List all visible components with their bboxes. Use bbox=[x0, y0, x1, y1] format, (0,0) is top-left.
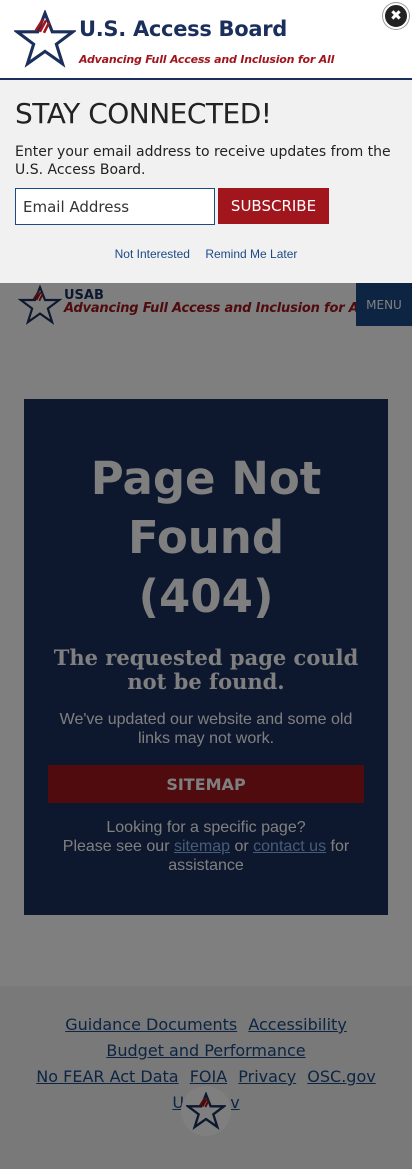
newsletter-popup: U.S. Access Board Advancing Full Access … bbox=[0, 0, 412, 283]
popup-tagline: Advancing Full Access and Inclusion for … bbox=[79, 53, 335, 66]
email-field[interactable] bbox=[15, 188, 215, 225]
popup-brand: U.S. Access Board bbox=[79, 17, 288, 41]
popup-links: Not Interested Remind Me Later bbox=[0, 247, 412, 261]
popup-heading: STAY CONNECTED! bbox=[15, 97, 272, 130]
close-icon[interactable]: ✖ bbox=[383, 3, 409, 29]
not-interested-link[interactable]: Not Interested bbox=[115, 247, 190, 261]
popup-header: U.S. Access Board Advancing Full Access … bbox=[0, 0, 412, 80]
subscribe-button[interactable]: SUBSCRIBE bbox=[218, 188, 329, 224]
remind-later-link[interactable]: Remind Me Later bbox=[205, 247, 297, 261]
star-logo-icon bbox=[14, 10, 76, 68]
popup-description: Enter your email address to receive upda… bbox=[15, 144, 391, 178]
